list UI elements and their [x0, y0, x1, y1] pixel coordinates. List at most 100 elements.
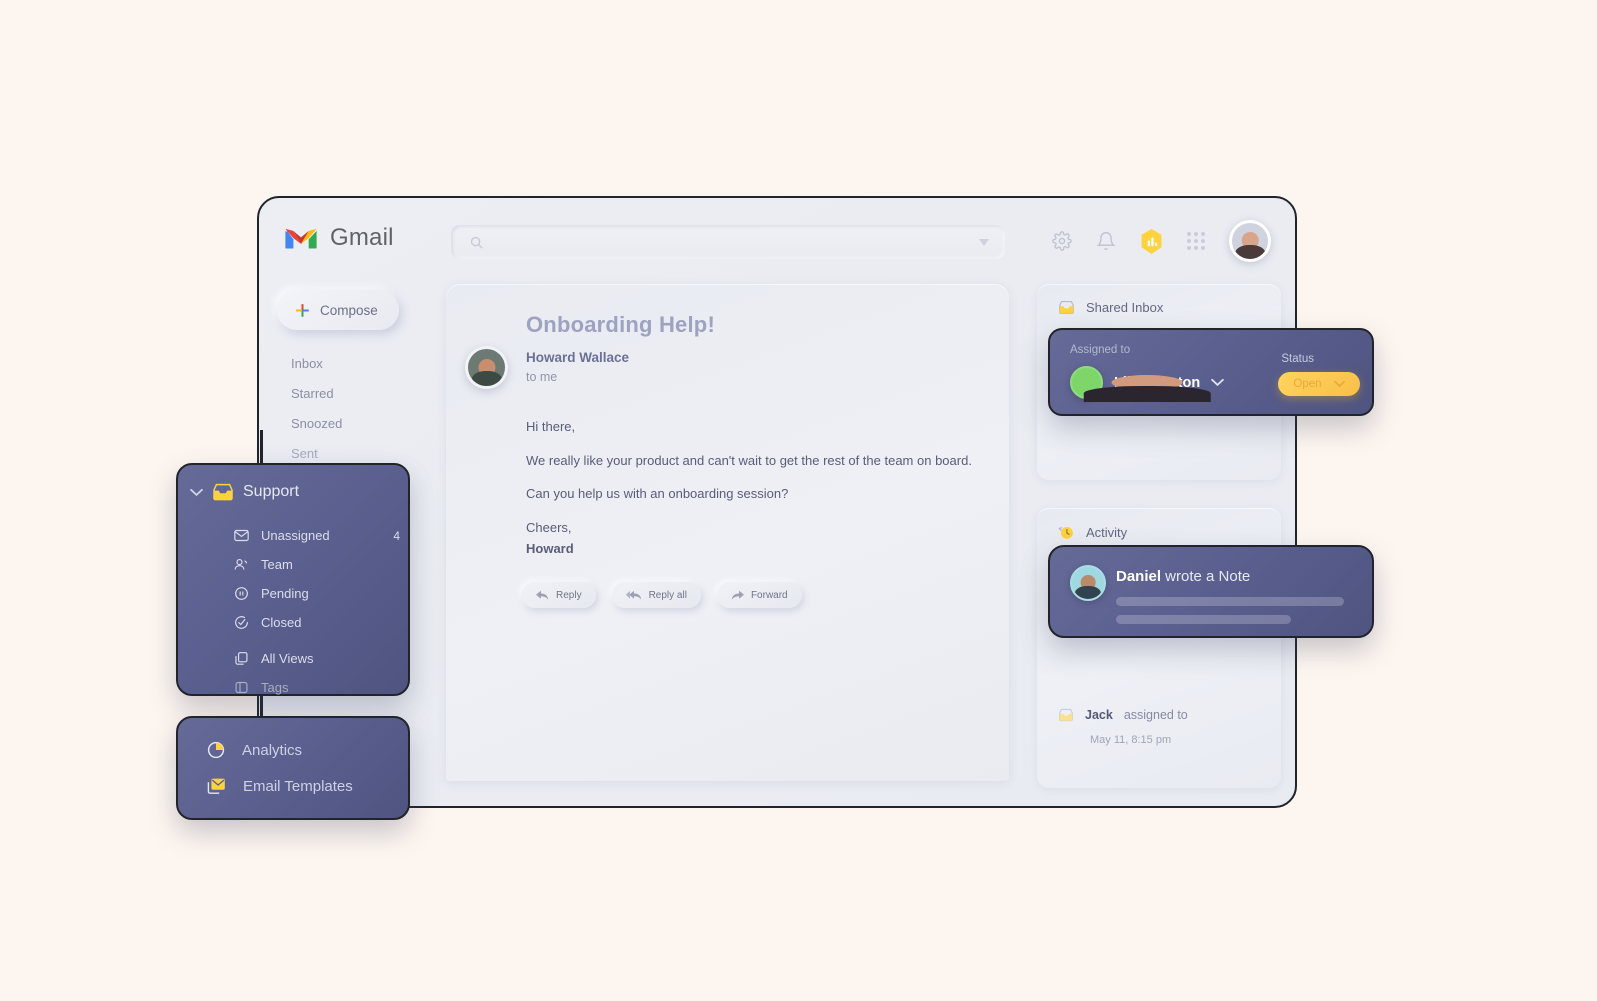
shared-inbox-header: Shared Inbox — [1037, 284, 1281, 315]
tool-label: Email Templates — [243, 777, 353, 795]
status-label: Status — [1281, 353, 1314, 365]
support-item-tags[interactable]: Tags — [234, 673, 400, 702]
search-input[interactable] — [484, 234, 979, 250]
note-action: wrote a Note — [1161, 568, 1251, 585]
user-avatar[interactable] — [1229, 220, 1271, 262]
email-signature: Howard — [526, 541, 574, 557]
reply-arrow-icon — [536, 590, 549, 600]
chevron-down-icon[interactable] — [979, 238, 989, 246]
inbox-icon — [213, 483, 233, 501]
brand-name: Gmail — [330, 224, 394, 251]
unassigned-count: 4 — [393, 528, 400, 543]
compose-button[interactable]: Compose — [277, 290, 399, 330]
top-icon-group — [1052, 220, 1271, 262]
compose-label: Compose — [320, 302, 378, 318]
tool-item-analytics[interactable]: Analytics — [206, 740, 302, 760]
chevron-down-icon[interactable] — [1333, 380, 1345, 388]
support-item-label: All Views — [261, 651, 314, 666]
brand: Gmail — [284, 224, 394, 252]
status-badge[interactable]: Open — [1278, 372, 1360, 396]
copy-icon — [235, 652, 248, 665]
email-paragraph-1: We really like your product and can't wa… — [526, 452, 972, 468]
reply-button[interactable]: Reply — [522, 582, 596, 608]
sender-avatar — [465, 346, 508, 389]
email-body: Hi there, We really like your product an… — [526, 418, 976, 558]
tools-panel: Analytics Email Templates — [176, 716, 410, 820]
email-signoff: Cheers, — [526, 519, 572, 535]
activity-timestamp: May 11, 8:15 pm — [1090, 734, 1172, 746]
note-author: Daniel — [1116, 568, 1162, 585]
note-placeholder-line — [1116, 597, 1344, 606]
support-list: Unassigned 4 Team Pending Closed All Vie… — [234, 521, 400, 702]
activity-title: Activity — [1086, 525, 1128, 540]
support-item-label: Pending — [261, 586, 309, 601]
sender-name: Howard Wallace — [526, 350, 630, 365]
sidebar-item-snoozed[interactable]: Snoozed — [291, 408, 431, 438]
bell-icon[interactable] — [1096, 231, 1116, 251]
assignment-panel: Assigned to Lilly Clayton Status Open — [1048, 328, 1374, 416]
support-item-closed[interactable]: Closed — [234, 608, 400, 637]
support-header[interactable]: Support — [190, 483, 299, 501]
note-placeholder-line — [1116, 615, 1291, 624]
support-panel: Support Unassigned 4 Team Pending Closed… — [176, 463, 410, 696]
sidebar-item-label: Snoozed — [291, 415, 343, 431]
sender-recipient: to me — [526, 370, 558, 384]
support-title: Support — [243, 483, 300, 500]
note-panel: Daniel wrote a Note — [1048, 545, 1374, 638]
activity-header: Activity — [1037, 508, 1281, 541]
assignee-selector[interactable]: Lilly Clayton — [1070, 366, 1225, 402]
support-item-pending[interactable]: Pending — [234, 579, 400, 608]
plus-icon — [296, 303, 309, 317]
support-item-all-views[interactable]: All Views — [234, 644, 400, 673]
gmail-logo-icon — [285, 228, 317, 249]
support-item-unassigned[interactable]: Unassigned 4 — [234, 521, 400, 550]
forward-arrow-icon — [731, 590, 744, 600]
gear-icon[interactable] — [1052, 231, 1072, 251]
reply-all-button[interactable]: Reply all — [611, 582, 701, 608]
sidebar-item-starred[interactable]: Starred — [291, 378, 431, 408]
support-item-label: Closed — [261, 615, 302, 630]
tool-label: Analytics — [242, 741, 303, 759]
chevron-down-icon[interactable] — [190, 488, 203, 497]
search-bar[interactable] — [451, 225, 1005, 259]
email-card: Onboarding Help! Howard Wallace to me Hi… — [446, 284, 1009, 781]
check-circle-icon — [235, 616, 248, 629]
reply-label: Reply — [556, 589, 582, 601]
tool-item-email-templates[interactable]: Email Templates — [206, 776, 353, 796]
top-bar: Gmail — [259, 198, 1295, 282]
support-item-team[interactable]: Team — [234, 550, 400, 579]
apps-grid-icon[interactable] — [1187, 232, 1205, 250]
support-item-label: Tags — [261, 680, 289, 695]
activity-action: assigned to — [1123, 708, 1188, 722]
inbox-icon — [1059, 300, 1074, 315]
assignee-avatar — [1070, 366, 1211, 402]
note-author-avatar — [1070, 565, 1106, 601]
forward-label: Forward — [750, 589, 788, 601]
hexagon-chart-icon[interactable] — [1140, 228, 1163, 254]
inbox-icon — [1059, 708, 1073, 722]
envelope-template-icon — [207, 778, 225, 794]
support-item-label: Unassigned — [261, 528, 330, 543]
sidebar-item-inbox[interactable]: Inbox — [291, 348, 431, 378]
activity-entry[interactable]: Jack assigned to — [1058, 708, 1188, 722]
forward-button[interactable]: Forward — [716, 582, 802, 608]
envelope-icon — [234, 529, 249, 542]
history-clock-icon — [1058, 526, 1073, 539]
status-value: Open — [1293, 378, 1322, 390]
pause-circle-icon — [235, 587, 248, 600]
reply-all-arrow-icon — [625, 590, 641, 599]
sidebar-item-label: Starred — [291, 385, 334, 401]
reply-all-label: Reply all — [648, 589, 687, 601]
email-greeting: Hi there, — [526, 419, 576, 434]
assigned-to-label: Assigned to — [1070, 344, 1131, 356]
sidebar-item-label: Sent — [291, 445, 318, 461]
note-title: Daniel wrote a Note — [1116, 568, 1250, 585]
search-icon — [470, 236, 483, 249]
people-icon — [234, 558, 247, 570]
nav-list: Inbox Starred Snoozed Sent — [291, 348, 431, 468]
pie-chart-icon — [207, 741, 225, 759]
page-title: Onboarding Help! — [526, 312, 715, 337]
sidebar-item-label: Inbox — [291, 355, 323, 371]
email-paragraph-2: Can you help us with an onboarding sessi… — [526, 486, 789, 502]
shared-inbox-title: Shared Inbox — [1086, 300, 1164, 315]
